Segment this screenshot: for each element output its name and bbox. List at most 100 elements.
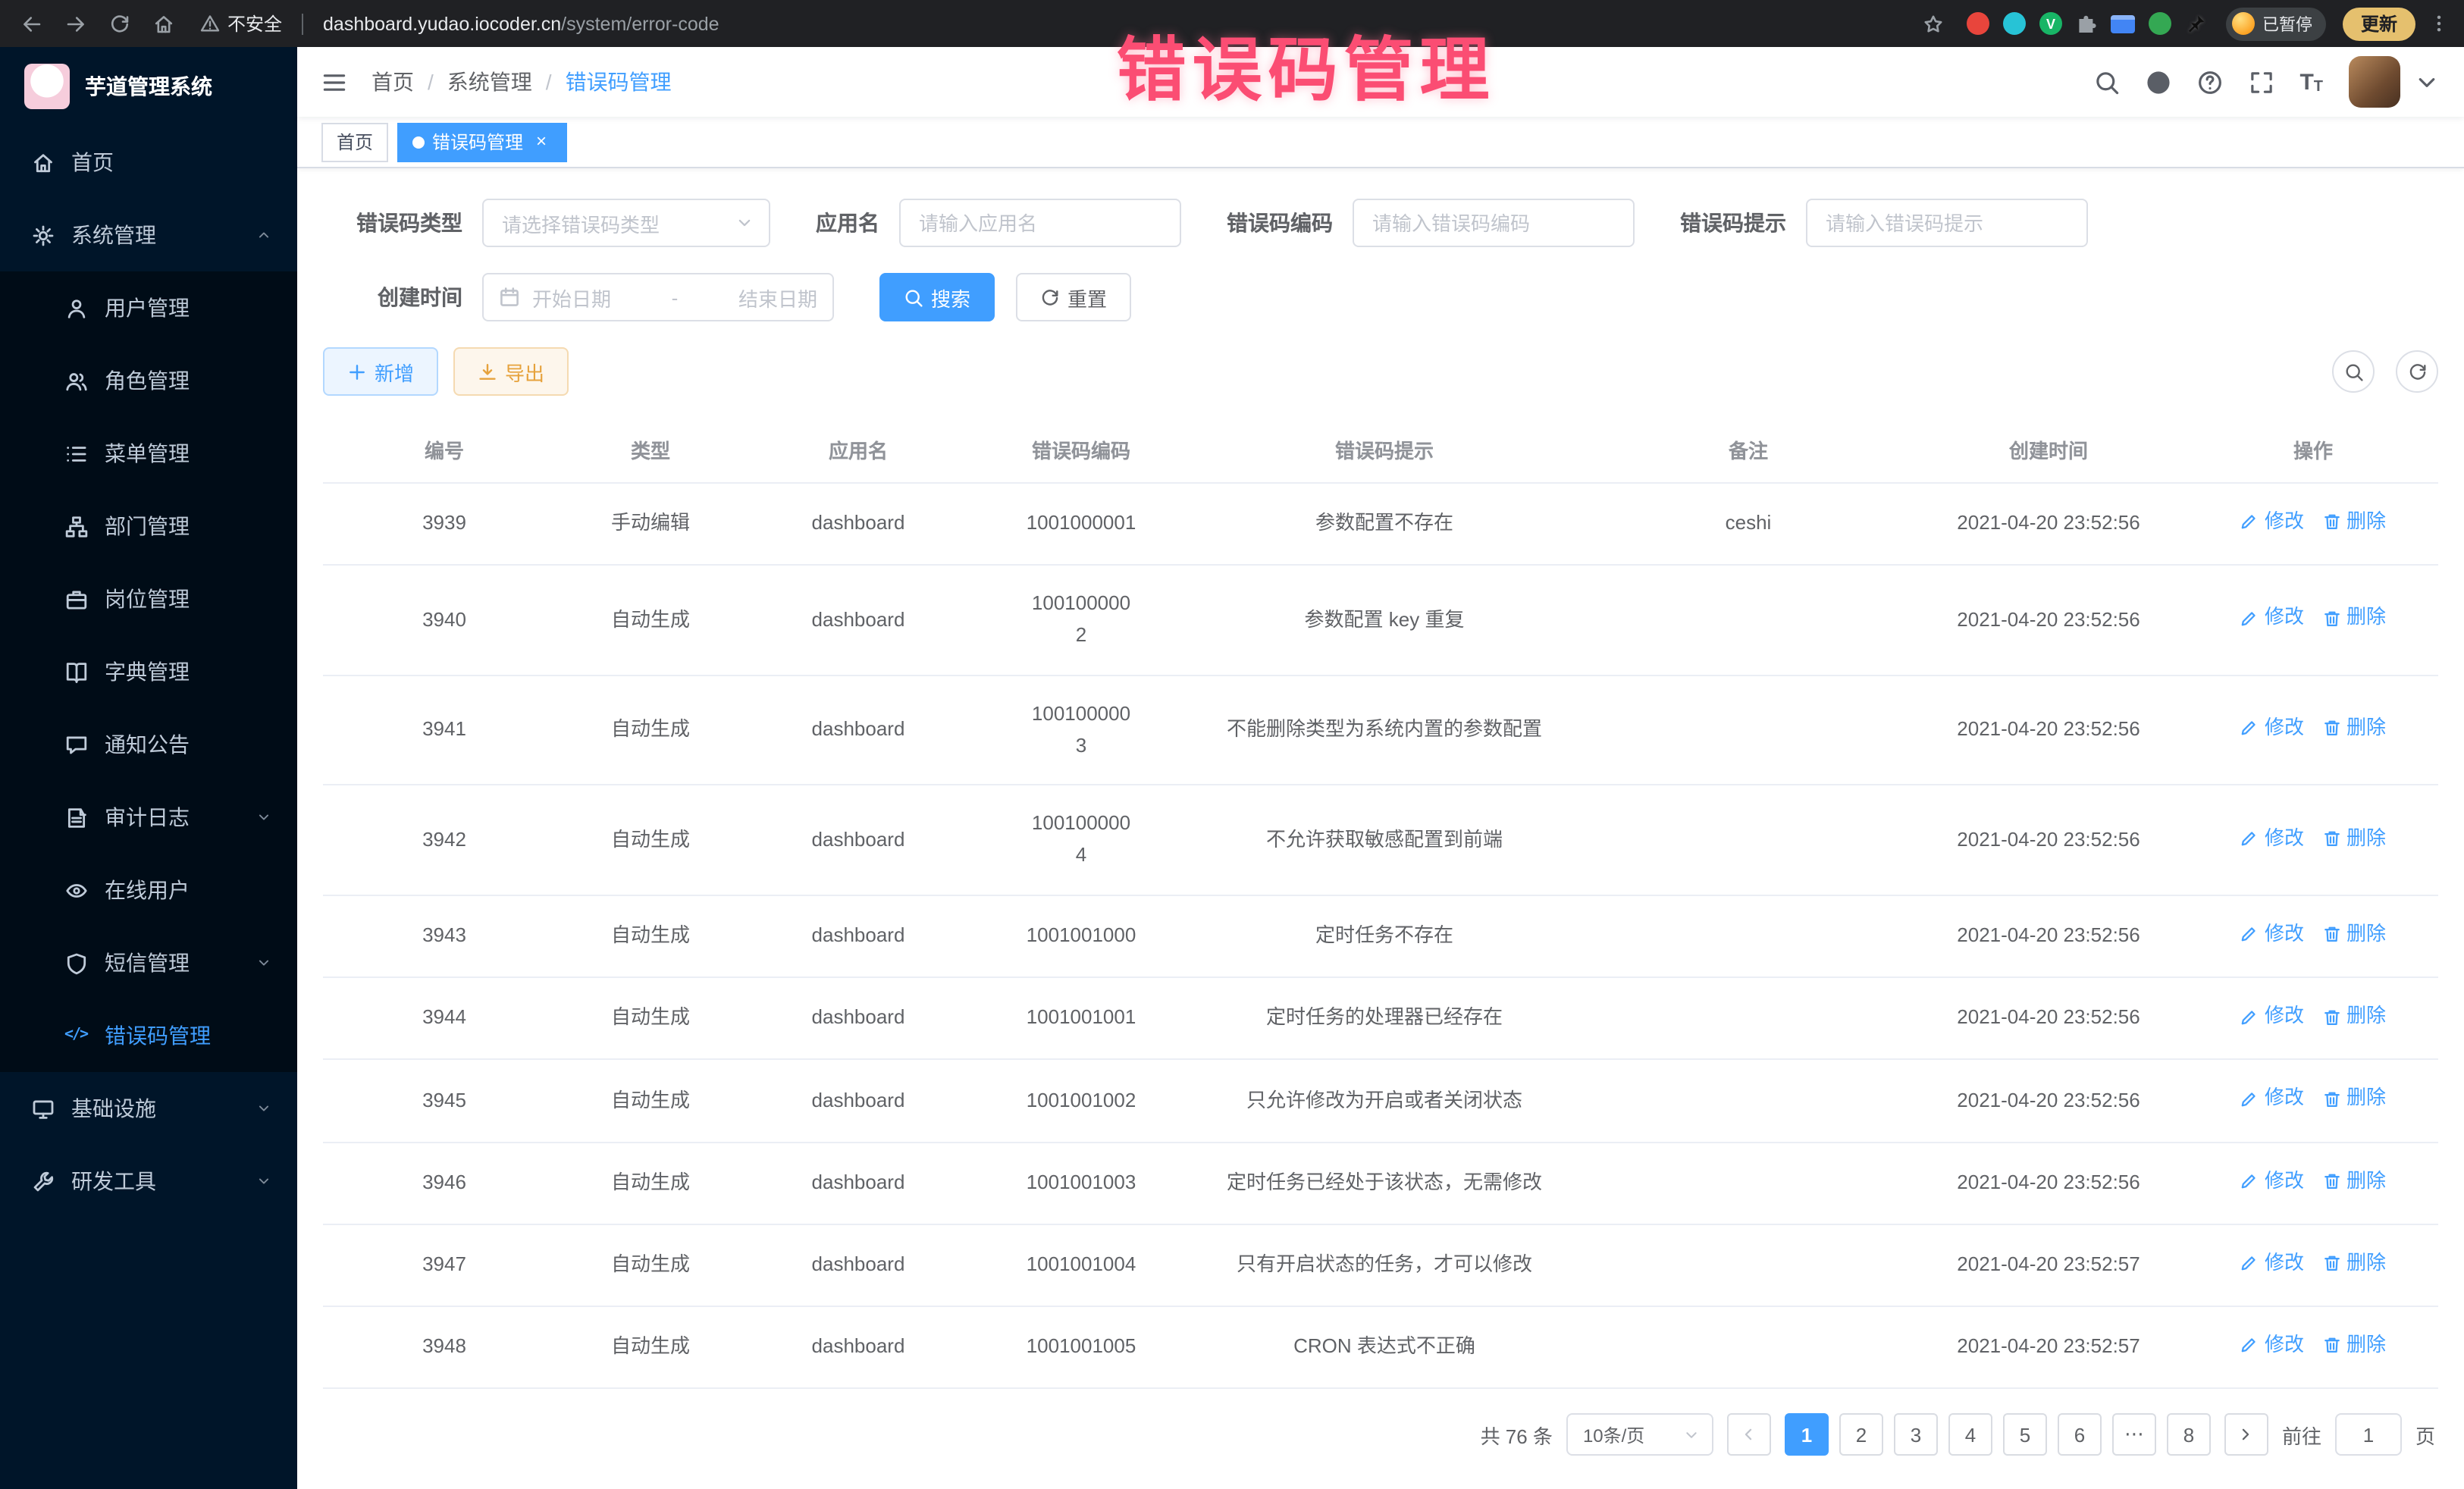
profile-chip[interactable]: 已暂停 <box>2226 7 2326 40</box>
sidebar-item[interactable]: 字典管理 <box>0 635 297 708</box>
edit-link[interactable]: 修改 <box>2240 823 2304 854</box>
pin-icon[interactable] <box>2185 13 2206 34</box>
extension-red-icon[interactable] <box>1967 12 1989 35</box>
breadcrumb-separator: / <box>428 70 434 94</box>
app-name-input[interactable] <box>899 199 1181 247</box>
cell-remark <box>1588 565 1909 675</box>
error-code-input[interactable] <box>1353 199 1635 247</box>
delete-link[interactable]: 删除 <box>2322 1165 2386 1197</box>
reset-button[interactable]: 重置 <box>1016 273 1131 321</box>
edit-link[interactable]: 修改 <box>2240 919 2304 951</box>
extension-green-icon[interactable] <box>2149 12 2171 35</box>
edit-link[interactable]: 修改 <box>2240 506 2304 538</box>
delete-icon <box>2322 926 2340 944</box>
tab-home[interactable]: 首页 <box>321 122 388 161</box>
page-button[interactable]: 3 <box>1894 1413 1938 1456</box>
github-icon[interactable] <box>2145 69 2171 95</box>
forward-icon[interactable] <box>59 7 92 40</box>
delete-link[interactable]: 删除 <box>2322 506 2386 538</box>
tab-label: 错误码管理 <box>432 129 523 155</box>
export-button[interactable]: 导出 <box>453 347 569 396</box>
tab-error-code[interactable]: 错误码管理 × <box>397 122 567 161</box>
date-range-picker[interactable]: 开始日期 - 结束日期 <box>482 273 834 321</box>
extension-blue-card-icon[interactable] <box>2111 14 2135 33</box>
page-size-select[interactable]: 10条/页 <box>1566 1413 1713 1456</box>
page-button[interactable]: 1 <box>1785 1413 1829 1456</box>
fullscreen-icon[interactable] <box>2248 69 2274 95</box>
sidebar-item[interactable]: 审计日志 <box>0 781 297 854</box>
chevron-down-icon[interactable] <box>2414 69 2440 95</box>
delete-link-label: 删除 <box>2346 1083 2386 1115</box>
error-hint-input[interactable] <box>1806 199 2088 247</box>
sidebar-item[interactable]: 通知公告 <box>0 708 297 781</box>
close-icon[interactable]: × <box>531 131 552 152</box>
sidebar-item[interactable]: 研发工具 <box>0 1145 297 1218</box>
more-pages-button[interactable]: ⋯ <box>2112 1413 2156 1456</box>
edit-link[interactable]: 修改 <box>2240 1001 2304 1033</box>
edit-link[interactable]: 修改 <box>2240 603 2304 635</box>
chevron-down-icon <box>252 1174 276 1189</box>
page-button[interactable]: 8 <box>2167 1413 2211 1456</box>
extension-green-v-icon[interactable]: V <box>2039 12 2062 35</box>
page-button[interactable]: 2 <box>1839 1413 1883 1456</box>
breadcrumb-system[interactable]: 系统管理 <box>447 67 532 97</box>
sidebar-item[interactable]: 系统管理 <box>0 199 297 271</box>
delete-link[interactable]: 删除 <box>2322 1330 2386 1362</box>
error-code-table: 编号类型应用名错误码编码错误码提示备注创建时间操作 3939手动编辑dashbo… <box>323 417 2438 1389</box>
sidebar-item[interactable]: 首页 <box>0 126 297 199</box>
prev-page-button[interactable] <box>1727 1413 1771 1456</box>
avatar[interactable] <box>2349 56 2400 108</box>
error-type-select[interactable]: 请选择错误码类型 <box>482 199 770 247</box>
breadcrumb-home[interactable]: 首页 <box>371 67 414 97</box>
sidebar-item[interactable]: 岗位管理 <box>0 563 297 635</box>
page-button[interactable]: 6 <box>2058 1413 2102 1456</box>
delete-link[interactable]: 删除 <box>2322 919 2386 951</box>
sidebar-item[interactable]: 角色管理 <box>0 344 297 417</box>
chrome-home-icon[interactable] <box>147 7 180 40</box>
sidebar-item[interactable]: 在线用户 <box>0 854 297 926</box>
cell-code: 1001000003 <box>981 676 1181 785</box>
screen: 不安全 dashboard.yudao.iocoder.cn/system/er… <box>0 0 2464 1489</box>
next-page-button[interactable] <box>2224 1413 2268 1456</box>
cell-operations: 修改删除 <box>2188 1224 2438 1306</box>
question-icon[interactable] <box>2196 69 2222 95</box>
goto-page-input[interactable] <box>2335 1413 2402 1456</box>
search-icon[interactable] <box>2093 69 2119 95</box>
back-icon[interactable] <box>15 7 49 40</box>
site-security[interactable]: 不安全 <box>200 11 282 36</box>
page-button[interactable]: 4 <box>1948 1413 1992 1456</box>
address-bar[interactable]: dashboard.yudao.iocoder.cn/system/error-… <box>323 13 1944 34</box>
edit-link[interactable]: 修改 <box>2240 1330 2304 1362</box>
hamburger-icon[interactable] <box>321 69 347 95</box>
extension-teal-icon[interactable] <box>2003 12 2026 35</box>
edit-link[interactable]: 修改 <box>2240 1247 2304 1279</box>
sidebar-item[interactable]: 菜单管理 <box>0 417 297 490</box>
sidebar-item[interactable]: 短信管理 <box>0 926 297 999</box>
sidebar-item[interactable]: 用户管理 <box>0 271 297 344</box>
add-button[interactable]: 新增 <box>323 347 438 396</box>
puzzle-icon[interactable] <box>2076 13 2097 34</box>
page-button[interactable]: 5 <box>2003 1413 2047 1456</box>
delete-link[interactable]: 删除 <box>2322 823 2386 854</box>
edit-link[interactable]: 修改 <box>2240 1165 2304 1197</box>
dots-vertical-icon[interactable] <box>2429 14 2449 33</box>
star-icon[interactable] <box>1923 13 1944 34</box>
org-icon <box>64 515 88 538</box>
sidebar-item[interactable]: 基础设施 <box>0 1072 297 1145</box>
delete-link[interactable]: 删除 <box>2322 603 2386 635</box>
search-button[interactable]: 搜索 <box>879 273 995 321</box>
edit-link[interactable]: 修改 <box>2240 713 2304 744</box>
delete-link[interactable]: 删除 <box>2322 713 2386 744</box>
reload-icon[interactable] <box>103 7 136 40</box>
delete-link[interactable]: 删除 <box>2322 1247 2386 1279</box>
delete-link[interactable]: 删除 <box>2322 1001 2386 1033</box>
font-size-icon[interactable]: TT <box>2299 69 2323 95</box>
refresh-table-button[interactable] <box>2396 350 2438 393</box>
sidebar-item[interactable]: 部门管理 <box>0 490 297 563</box>
logo[interactable]: 芋道管理系统 <box>0 47 297 126</box>
edit-link[interactable]: 修改 <box>2240 1083 2304 1115</box>
update-button[interactable]: 更新 <box>2343 7 2415 40</box>
show-search-button[interactable] <box>2332 350 2375 393</box>
delete-link[interactable]: 删除 <box>2322 1083 2386 1115</box>
sidebar-item[interactable]: </>错误码管理 <box>0 999 297 1072</box>
